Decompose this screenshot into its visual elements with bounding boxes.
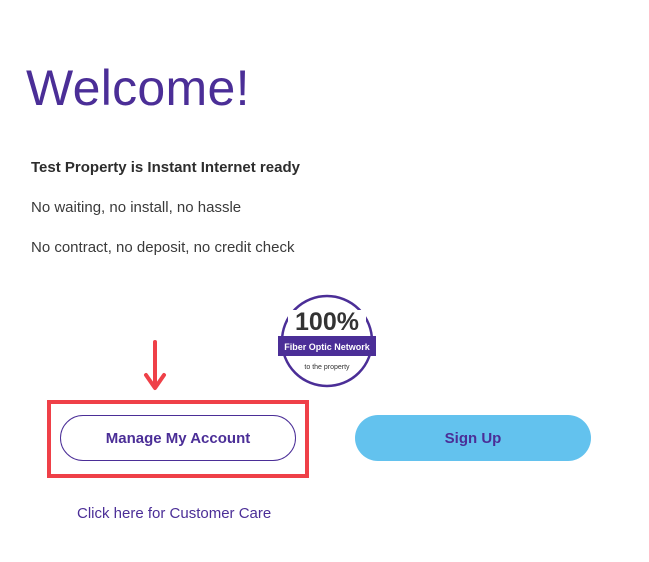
badge-percent: 100% (295, 308, 359, 336)
property-ready-heading: Test Property is Instant Internet ready (31, 159, 300, 176)
sign-up-button[interactable]: Sign Up (355, 415, 591, 461)
customer-care-link[interactable]: Click here for Customer Care (77, 504, 271, 524)
arrow-down-icon (144, 340, 166, 390)
feature-text: No waiting, no install, no hassle (31, 199, 242, 216)
badge-caption: to the property (304, 364, 350, 371)
manage-account-button[interactable]: Manage My Account (60, 415, 296, 461)
fiber-optic-badge: 100% Fiber Optic Network to the property (278, 294, 376, 388)
badge-ribbon-text: Fiber Optic Network (284, 342, 371, 352)
feature-text: No contract, no deposit, no credit check (31, 239, 295, 256)
page-title: Welcome! (26, 60, 250, 116)
